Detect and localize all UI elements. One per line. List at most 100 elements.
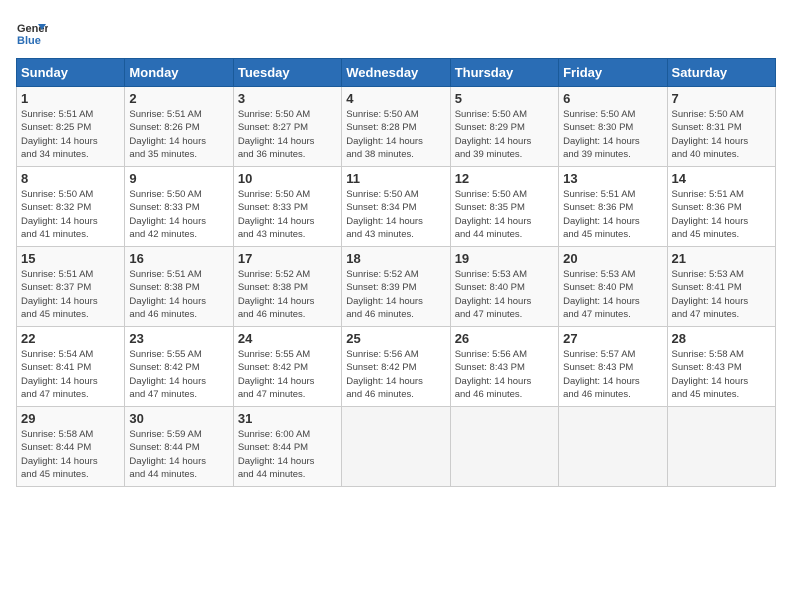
- calendar-table: SundayMondayTuesdayWednesdayThursdayFrid…: [16, 58, 776, 487]
- cell-content: Sunrise: 5:55 AM Sunset: 8:42 PM Dayligh…: [129, 348, 228, 401]
- calendar-cell: 3 Sunrise: 5:50 AM Sunset: 8:27 PM Daylig…: [233, 87, 341, 167]
- day-number: 22: [21, 331, 120, 346]
- day-number: 6: [563, 91, 662, 106]
- calendar-cell: 29 Sunrise: 5:58 AM Sunset: 8:44 PM Dayli…: [17, 407, 125, 487]
- cell-content: Sunrise: 5:56 AM Sunset: 8:43 PM Dayligh…: [455, 348, 554, 401]
- day-number: 19: [455, 251, 554, 266]
- calendar-cell: 26 Sunrise: 5:56 AM Sunset: 8:43 PM Dayli…: [450, 327, 558, 407]
- day-number: 30: [129, 411, 228, 426]
- calendar-row: 22 Sunrise: 5:54 AM Sunset: 8:41 PM Dayli…: [17, 327, 776, 407]
- logo: General Blue: [16, 16, 48, 48]
- calendar-cell: 23Sunrise: 5:55 AM Sunset: 8:42 PM Dayli…: [125, 327, 233, 407]
- cell-content: Sunrise: 5:50 AM Sunset: 8:34 PM Dayligh…: [346, 188, 445, 241]
- weekday-header: Wednesday: [342, 59, 450, 87]
- cell-content: Sunrise: 5:50 AM Sunset: 8:29 PM Dayligh…: [455, 108, 554, 161]
- cell-content: Sunrise: 5:50 AM Sunset: 8:35 PM Dayligh…: [455, 188, 554, 241]
- cell-content: Sunrise: 5:51 AM Sunset: 8:36 PM Dayligh…: [563, 188, 662, 241]
- cell-content: Sunrise: 5:50 AM Sunset: 8:32 PM Dayligh…: [21, 188, 120, 241]
- calendar-cell: 25 Sunrise: 5:56 AM Sunset: 8:42 PM Dayli…: [342, 327, 450, 407]
- calendar-cell: 31 Sunrise: 6:00 AM Sunset: 8:44 PM Dayli…: [233, 407, 341, 487]
- day-number: 12: [455, 171, 554, 186]
- weekday-header: Sunday: [17, 59, 125, 87]
- calendar-row: 1Sunrise: 5:51 AM Sunset: 8:25 PM Daylig…: [17, 87, 776, 167]
- day-number: 29: [21, 411, 120, 426]
- calendar-cell: 18 Sunrise: 5:52 AM Sunset: 8:39 PM Dayli…: [342, 247, 450, 327]
- cell-content: Sunrise: 5:57 AM Sunset: 8:43 PM Dayligh…: [563, 348, 662, 401]
- weekday-header: Tuesday: [233, 59, 341, 87]
- day-number: 21: [672, 251, 771, 266]
- day-number: 8: [21, 171, 120, 186]
- day-number: 11: [346, 171, 445, 186]
- cell-content: Sunrise: 5:50 AM Sunset: 8:28 PM Dayligh…: [346, 108, 445, 161]
- calendar-cell: [559, 407, 667, 487]
- calendar-cell: 4 Sunrise: 5:50 AM Sunset: 8:28 PM Daylig…: [342, 87, 450, 167]
- weekday-header: Friday: [559, 59, 667, 87]
- weekday-header: Thursday: [450, 59, 558, 87]
- cell-content: Sunrise: 5:51 AM Sunset: 8:36 PM Dayligh…: [672, 188, 771, 241]
- calendar-cell: 8 Sunrise: 5:50 AM Sunset: 8:32 PM Daylig…: [17, 167, 125, 247]
- cell-content: Sunrise: 5:51 AM Sunset: 8:25 PM Dayligh…: [21, 108, 120, 161]
- day-number: 4: [346, 91, 445, 106]
- cell-content: Sunrise: 5:58 AM Sunset: 8:43 PM Dayligh…: [672, 348, 771, 401]
- day-number: 9: [129, 171, 228, 186]
- cell-content: Sunrise: 5:53 AM Sunset: 8:40 PM Dayligh…: [563, 268, 662, 321]
- calendar-cell: 30 Sunrise: 5:59 AM Sunset: 8:44 PM Dayli…: [125, 407, 233, 487]
- calendar-cell: 24Sunrise: 5:55 AM Sunset: 8:42 PM Dayli…: [233, 327, 341, 407]
- cell-content: Sunrise: 5:54 AM Sunset: 8:41 PM Dayligh…: [21, 348, 120, 401]
- weekday-header: Monday: [125, 59, 233, 87]
- cell-content: Sunrise: 5:52 AM Sunset: 8:38 PM Dayligh…: [238, 268, 337, 321]
- calendar-cell: 20 Sunrise: 5:53 AM Sunset: 8:40 PM Dayli…: [559, 247, 667, 327]
- day-number: 10: [238, 171, 337, 186]
- calendar-cell: 21 Sunrise: 5:53 AM Sunset: 8:41 PM Dayli…: [667, 247, 775, 327]
- cell-content: Sunrise: 5:51 AM Sunset: 8:37 PM Dayligh…: [21, 268, 120, 321]
- calendar-cell: 28Sunrise: 5:58 AM Sunset: 8:43 PM Dayli…: [667, 327, 775, 407]
- calendar-cell: 13Sunrise: 5:51 AM Sunset: 8:36 PM Dayli…: [559, 167, 667, 247]
- calendar-cell: 12 Sunrise: 5:50 AM Sunset: 8:35 PM Dayli…: [450, 167, 558, 247]
- cell-content: Sunrise: 5:51 AM Sunset: 8:38 PM Dayligh…: [129, 268, 228, 321]
- day-number: 16: [129, 251, 228, 266]
- day-number: 5: [455, 91, 554, 106]
- calendar-cell: 11 Sunrise: 5:50 AM Sunset: 8:34 PM Dayli…: [342, 167, 450, 247]
- calendar-cell: 14 Sunrise: 5:51 AM Sunset: 8:36 PM Dayli…: [667, 167, 775, 247]
- cell-content: Sunrise: 5:53 AM Sunset: 8:40 PM Dayligh…: [455, 268, 554, 321]
- day-number: 25: [346, 331, 445, 346]
- calendar-row: 29 Sunrise: 5:58 AM Sunset: 8:44 PM Dayli…: [17, 407, 776, 487]
- cell-content: Sunrise: 5:59 AM Sunset: 8:44 PM Dayligh…: [129, 428, 228, 481]
- cell-content: Sunrise: 5:56 AM Sunset: 8:42 PM Dayligh…: [346, 348, 445, 401]
- calendar-cell: 9 Sunrise: 5:50 AM Sunset: 8:33 PM Daylig…: [125, 167, 233, 247]
- cell-content: Sunrise: 5:50 AM Sunset: 8:30 PM Dayligh…: [563, 108, 662, 161]
- day-number: 18: [346, 251, 445, 266]
- cell-content: Sunrise: 5:55 AM Sunset: 8:42 PM Dayligh…: [238, 348, 337, 401]
- cell-content: Sunrise: 6:00 AM Sunset: 8:44 PM Dayligh…: [238, 428, 337, 481]
- cell-content: Sunrise: 5:50 AM Sunset: 8:31 PM Dayligh…: [672, 108, 771, 161]
- calendar-cell: 5 Sunrise: 5:50 AM Sunset: 8:29 PM Daylig…: [450, 87, 558, 167]
- calendar-cell: 27Sunrise: 5:57 AM Sunset: 8:43 PM Dayli…: [559, 327, 667, 407]
- calendar-cell: 16 Sunrise: 5:51 AM Sunset: 8:38 PM Dayli…: [125, 247, 233, 327]
- logo-icon: General Blue: [16, 16, 48, 48]
- cell-content: Sunrise: 5:50 AM Sunset: 8:27 PM Dayligh…: [238, 108, 337, 161]
- weekday-header-row: SundayMondayTuesdayWednesdayThursdayFrid…: [17, 59, 776, 87]
- calendar-cell: 2 Sunrise: 5:51 AM Sunset: 8:26 PM Daylig…: [125, 87, 233, 167]
- svg-text:Blue: Blue: [17, 35, 41, 47]
- day-number: 7: [672, 91, 771, 106]
- calendar-cell: 10Sunrise: 5:50 AM Sunset: 8:33 PM Dayli…: [233, 167, 341, 247]
- day-number: 15: [21, 251, 120, 266]
- day-number: 3: [238, 91, 337, 106]
- day-number: 2: [129, 91, 228, 106]
- day-number: 20: [563, 251, 662, 266]
- calendar-cell: [667, 407, 775, 487]
- cell-content: Sunrise: 5:58 AM Sunset: 8:44 PM Dayligh…: [21, 428, 120, 481]
- day-number: 26: [455, 331, 554, 346]
- calendar-cell: 19 Sunrise: 5:53 AM Sunset: 8:40 PM Dayli…: [450, 247, 558, 327]
- cell-content: Sunrise: 5:50 AM Sunset: 8:33 PM Dayligh…: [129, 188, 228, 241]
- cell-content: Sunrise: 5:52 AM Sunset: 8:39 PM Dayligh…: [346, 268, 445, 321]
- cell-content: Sunrise: 5:51 AM Sunset: 8:26 PM Dayligh…: [129, 108, 228, 161]
- calendar-cell: 1Sunrise: 5:51 AM Sunset: 8:25 PM Daylig…: [17, 87, 125, 167]
- day-number: 31: [238, 411, 337, 426]
- calendar-row: 8 Sunrise: 5:50 AM Sunset: 8:32 PM Daylig…: [17, 167, 776, 247]
- weekday-header: Saturday: [667, 59, 775, 87]
- day-number: 14: [672, 171, 771, 186]
- calendar-cell: 17Sunrise: 5:52 AM Sunset: 8:38 PM Dayli…: [233, 247, 341, 327]
- cell-content: Sunrise: 5:53 AM Sunset: 8:41 PM Dayligh…: [672, 268, 771, 321]
- calendar-cell: [450, 407, 558, 487]
